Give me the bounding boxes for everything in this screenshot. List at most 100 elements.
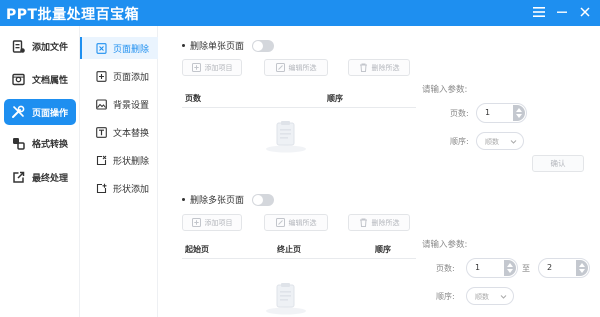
- sidebar-item-label: 页面操作: [32, 108, 69, 119]
- column-header-start-page: 起始页: [185, 245, 209, 254]
- subnav-item-text-replace[interactable]: 文本替换: [80, 121, 158, 143]
- sidebar-item-doc-properties[interactable]: 文档属性: [4, 66, 76, 92]
- order-label: 顺序:: [450, 137, 469, 146]
- section-header: 删除单张页面: [182, 39, 275, 52]
- sidebar-item-add-file[interactable]: 添加文件: [4, 33, 76, 59]
- subnav-item-label: 文本替换: [113, 128, 150, 139]
- from-page-stepper[interactable]: 1: [466, 258, 518, 278]
- edit-selected-label: 编辑所选: [288, 63, 317, 72]
- subnav-item-shape-add[interactable]: 形状添加: [80, 177, 158, 199]
- empty-clipboard-icon: [264, 281, 308, 315]
- sidebar-item-label: 格式转换: [32, 139, 69, 150]
- sidebar-item-label: 添加文件: [32, 42, 69, 53]
- confirm-button[interactable]: 确认: [532, 155, 584, 172]
- sidebar-item-final-process[interactable]: 最终处理: [4, 164, 76, 190]
- page-label: 页数:: [450, 109, 469, 118]
- page-add-icon: [96, 70, 107, 82]
- section-title: 删除单张页面: [190, 42, 245, 52]
- range-separator: 至: [522, 264, 530, 273]
- arrow-down-icon: [507, 269, 513, 273]
- order-select[interactable]: 顺数: [466, 287, 514, 305]
- sidebar: 添加文件 文档属性 页面操作 格式转换 最终处理: [0, 26, 80, 317]
- page-number-value: 1: [485, 108, 491, 117]
- add-item-button[interactable]: 添加项目: [182, 59, 242, 76]
- params-title: 请输入参数:: [422, 240, 468, 250]
- window-controls: [532, 5, 592, 19]
- page-number-stepper[interactable]: 1: [476, 103, 527, 123]
- multi-delete-toggle[interactable]: [252, 193, 275, 206]
- from-page-value: 1: [475, 263, 481, 272]
- edit-selected-button[interactable]: 编辑所选: [264, 214, 328, 231]
- delete-selected-button[interactable]: 删除所选: [348, 59, 410, 76]
- single-page-table: 页数 顺序: [182, 88, 416, 178]
- section-header: 删除多张页面: [182, 193, 275, 206]
- arrow-up-icon: [507, 263, 513, 267]
- file-add-icon: [11, 39, 25, 53]
- minimize-icon[interactable]: [555, 5, 569, 19]
- chevron-down-icon: [510, 140, 517, 144]
- subnav-item-background[interactable]: 背景设置: [80, 93, 158, 115]
- page-delete-icon: [96, 42, 107, 54]
- chevron-down-icon: [500, 295, 507, 299]
- edit-selected-label: 编辑所选: [288, 218, 317, 227]
- tools-icon: [11, 105, 25, 119]
- table-header: 起始页 终止页 顺序: [182, 239, 416, 259]
- order-select-value: 顺数: [485, 138, 499, 146]
- shape-add-icon: [96, 183, 107, 194]
- trash-icon: [359, 218, 368, 227]
- main-panel: 删除单张页面 添加项目 编辑所选 删除所选 页数 顺序 请输入参数: 页数: 1…: [158, 26, 600, 317]
- column-header-order: 顺序: [327, 94, 343, 103]
- close-icon[interactable]: [578, 5, 592, 19]
- sidebar-item-page-ops[interactable]: 页面操作: [4, 99, 76, 125]
- add-item-button[interactable]: 添加项目: [182, 214, 242, 231]
- menu-icon[interactable]: [532, 5, 546, 19]
- delete-selected-button[interactable]: 删除所选: [348, 214, 410, 231]
- subnav-item-page-delete[interactable]: 页面删除: [80, 37, 158, 59]
- title-bar: PPT批量处理百宝箱: [0, 0, 600, 26]
- app-title: PPT批量处理百宝箱: [6, 7, 140, 23]
- edit-icon: [275, 63, 285, 72]
- shape-delete-icon: [96, 155, 107, 166]
- add-item-label: 添加项目: [204, 218, 233, 227]
- table-header: 页数 顺序: [182, 88, 416, 108]
- arrow-up-icon: [579, 263, 585, 267]
- text-replace-icon: [96, 126, 107, 138]
- add-item-label: 添加项目: [204, 63, 233, 72]
- subnav-item-label: 形状添加: [113, 184, 150, 195]
- to-page-value: 2: [547, 263, 553, 272]
- stepper-arrows[interactable]: [504, 260, 516, 276]
- column-header-pages: 页数: [185, 94, 201, 103]
- column-header-order: 顺序: [375, 245, 391, 254]
- arrow-up-icon: [516, 108, 522, 112]
- order-label: 顺序:: [436, 292, 455, 301]
- empty-clipboard-icon: [264, 119, 308, 153]
- to-page-stepper[interactable]: 2: [538, 258, 590, 278]
- sidebar-item-label: 文档属性: [32, 75, 69, 86]
- multi-page-table: 起始页 终止页 顺序: [182, 239, 416, 317]
- trash-icon: [359, 63, 368, 72]
- toggle-knob: [253, 40, 264, 51]
- page-label: 页数:: [436, 264, 455, 273]
- stepper-arrows[interactable]: [513, 105, 525, 121]
- sidebar-item-label: 最终处理: [32, 173, 69, 184]
- single-delete-toggle[interactable]: [252, 39, 275, 52]
- toggle-knob: [253, 194, 264, 205]
- subnav-item-page-add[interactable]: 页面添加: [80, 65, 158, 87]
- doc-properties-icon: [11, 72, 25, 86]
- order-select[interactable]: 顺数: [476, 132, 524, 150]
- plus-icon: [191, 218, 201, 227]
- stepper-arrows[interactable]: [576, 260, 588, 276]
- subnav-item-label: 形状删除: [113, 156, 150, 167]
- export-icon: [11, 170, 25, 184]
- background-icon: [96, 98, 107, 110]
- column-header-end-page: 终止页: [277, 245, 301, 254]
- convert-icon: [11, 136, 25, 150]
- delete-selected-label: 删除所选: [371, 63, 400, 72]
- delete-selected-label: 删除所选: [371, 218, 400, 227]
- sidebar-item-format-convert[interactable]: 格式转换: [4, 130, 76, 156]
- subnav-item-shape-delete[interactable]: 形状删除: [80, 149, 158, 171]
- params-title: 请输入参数:: [422, 85, 468, 95]
- edit-selected-button[interactable]: 编辑所选: [264, 59, 328, 76]
- order-select-value: 顺数: [475, 293, 489, 301]
- subnav-item-label: 页面删除: [113, 44, 150, 55]
